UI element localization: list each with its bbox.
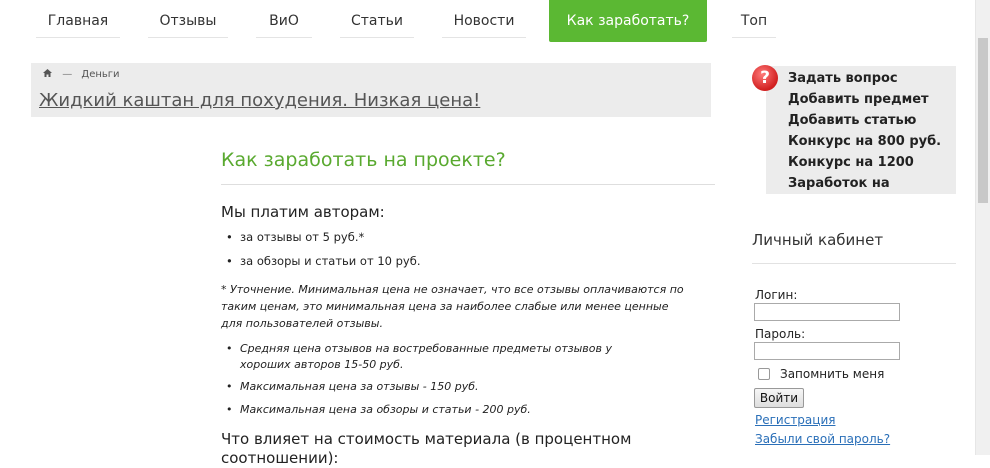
password-input[interactable] <box>754 342 900 360</box>
list-item: Максимальная цена за отзывы - 150 руб. <box>226 379 666 402</box>
title-divider <box>221 184 715 185</box>
page-scrollbar[interactable] <box>975 0 990 455</box>
list-item: Максимальная цена за обзоры и статьи - 2… <box>226 402 666 425</box>
forgot-password-link[interactable]: Забыли свой пароль? <box>755 432 890 446</box>
nav-item-news[interactable]: Новости <box>442 0 526 42</box>
register-link[interactable]: Регистрация <box>755 413 835 427</box>
price-note: * Уточнение. Минимальная цена не означае… <box>221 283 684 330</box>
login-input[interactable] <box>754 303 900 321</box>
breadcrumb: — Деньги <box>43 69 120 80</box>
price-list: Средняя цена отзывов на востребованные п… <box>226 341 666 425</box>
home-icon[interactable] <box>43 69 53 80</box>
contest-1200-link[interactable]: Конкурс на 1200 <box>788 152 941 173</box>
cabinet-title: Личный кабинет <box>752 231 884 249</box>
breadcrumb-box: — Деньги Жидкий каштан для похудения. Ни… <box>31 63 711 117</box>
login-label: Логин: <box>755 288 798 302</box>
pay-heading: Мы платим авторам: <box>221 203 385 221</box>
ask-question-link[interactable]: Задать вопрос <box>788 68 941 89</box>
remember-me-label: Запомнить меня <box>780 367 885 381</box>
breadcrumb-separator: — <box>62 69 73 80</box>
breadcrumb-section[interactable]: Деньги <box>81 69 119 80</box>
nav-item-vio[interactable]: ВиО <box>256 0 312 42</box>
list-item: за обзоры и статьи от 10 руб. <box>226 254 420 278</box>
list-item: за отзывы от 5 руб.* <box>226 230 420 254</box>
question-mark-icon: ? <box>752 65 778 91</box>
pay-list: за отзывы от 5 руб.* за обзоры и статьи … <box>226 230 420 278</box>
password-label: Пароль: <box>755 327 806 341</box>
quick-actions-list: Задать вопрос Добавить предмет Добавить … <box>788 68 941 194</box>
top-navigation: Главная Отзывы ВиО Статьи Новости Как за… <box>0 0 975 42</box>
nav-label: Статьи <box>350 13 403 29</box>
nav-item-reviews[interactable]: Отзывы <box>148 0 228 42</box>
nav-label: Топ <box>740 13 768 29</box>
login-button[interactable]: Войти <box>754 388 804 408</box>
ad-link[interactable]: Жидкий каштан для похудения. Низкая цена… <box>39 90 480 111</box>
earnings-link[interactable]: Заработок на <box>788 173 941 194</box>
nav-item-earn[interactable]: Как заработать? <box>549 0 707 42</box>
nav-item-top[interactable]: Топ <box>732 0 776 42</box>
add-item-link[interactable]: Добавить предмет <box>788 89 941 110</box>
nav-label: Главная <box>47 13 109 29</box>
list-item: Средняя цена отзывов на востребованные п… <box>226 341 666 379</box>
nav-label: Отзывы <box>159 13 217 29</box>
scrollbar-thumb[interactable] <box>978 38 988 203</box>
cabinet-divider <box>752 263 956 264</box>
nav-label: ВиО <box>269 13 299 29</box>
factors-heading: Что влияет на стоимость материала (в про… <box>221 430 632 467</box>
remember-me-checkbox[interactable] <box>758 368 770 380</box>
nav-label: Новости <box>453 13 515 29</box>
nav-item-home[interactable]: Главная <box>36 0 120 42</box>
add-article-link[interactable]: Добавить статью <box>788 110 941 131</box>
contest-800-link[interactable]: Конкурс на 800 руб. <box>788 131 941 152</box>
nav-item-articles[interactable]: Статьи <box>340 0 414 42</box>
nav-label: Как заработать? <box>566 13 690 29</box>
page-title: Как заработать на проекте? <box>221 149 506 171</box>
